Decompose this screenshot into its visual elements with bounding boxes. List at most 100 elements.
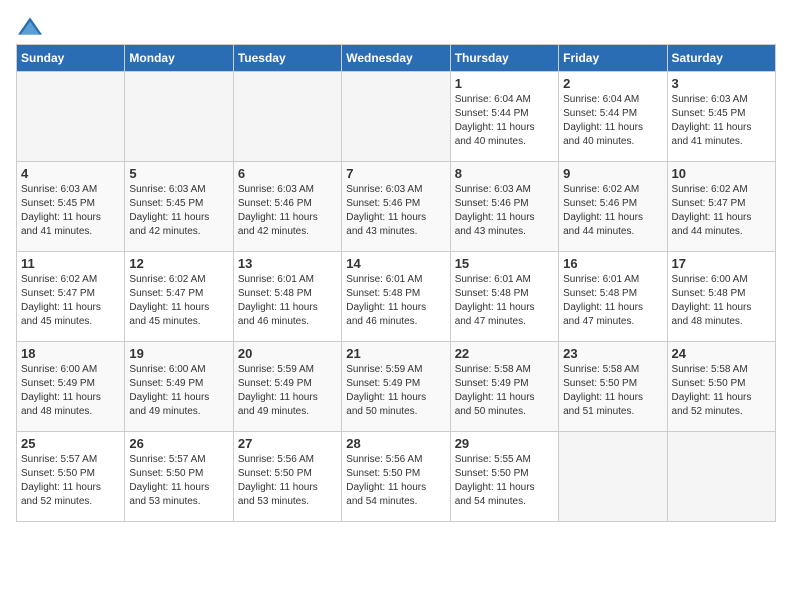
calendar-week-2: 4 Sunrise: 6:03 AM Sunset: 5:45 PM Daylig… (17, 162, 776, 252)
day-number: 15 (455, 256, 554, 271)
day-info: Sunrise: 6:03 AM Sunset: 5:45 PM Dayligh… (129, 183, 228, 239)
day-info: Sunrise: 5:57 AM Sunset: 5:50 PM Dayligh… (21, 453, 120, 509)
header-friday: Friday (559, 45, 667, 72)
day-info: Sunrise: 6:01 AM Sunset: 5:48 PM Dayligh… (455, 273, 554, 329)
calendar-cell: 27Sunrise: 5:56 AM Sunset: 5:50 PM Dayli… (233, 432, 341, 522)
calendar-cell: 2Sunrise: 6:04 AM Sunset: 5:44 PM Daylig… (559, 72, 667, 162)
day-number: 1 (455, 76, 554, 91)
day-info: Sunrise: 6:01 AM Sunset: 5:48 PM Dayligh… (238, 273, 337, 329)
calendar-cell (233, 72, 341, 162)
calendar-cell: 5 Sunrise: 6:03 AM Sunset: 5:45 PM Daylig… (125, 162, 233, 252)
calendar-cell: 20 Sunrise: 5:59 AM Sunset: 5:49 PM Dayli… (233, 342, 341, 432)
calendar-week-1: 1 Sunrise: 6:04 AM Sunset: 5:44 PM Daylig… (17, 72, 776, 162)
day-number: 24 (672, 346, 771, 361)
day-number: 17 (672, 256, 771, 271)
day-number: 8 (455, 166, 554, 181)
day-number: 18 (21, 346, 120, 361)
calendar-cell: 18 Sunrise: 6:00 AM Sunset: 5:49 PM Dayli… (17, 342, 125, 432)
calendar-cell: 13 Sunrise: 6:01 AM Sunset: 5:48 PM Dayli… (233, 252, 341, 342)
header-thursday: Thursday (450, 45, 558, 72)
calendar-cell (125, 72, 233, 162)
day-number: 7 (346, 166, 445, 181)
day-info: Sunrise: 6:02 AM Sunset: 5:47 PM Dayligh… (129, 273, 228, 329)
calendar-cell: 3 Sunrise: 6:03 AM Sunset: 5:45 PM Daylig… (667, 72, 775, 162)
day-info: Sunrise: 6:00 AM Sunset: 5:49 PM Dayligh… (129, 363, 228, 419)
day-info: Sunrise: 5:55 AM Sunset: 5:50 PM Dayligh… (455, 453, 554, 509)
header-tuesday: Tuesday (233, 45, 341, 72)
calendar-cell: 6 Sunrise: 6:03 AM Sunset: 5:46 PM Daylig… (233, 162, 341, 252)
day-info: Sunrise: 6:03 AM Sunset: 5:46 PM Dayligh… (346, 183, 445, 239)
calendar-header-row: SundayMondayTuesdayWednesdayThursdayFrid… (17, 45, 776, 72)
calendar-cell: 10 Sunrise: 6:02 AM Sunset: 5:47 PM Dayli… (667, 162, 775, 252)
calendar-cell: 22 Sunrise: 5:58 AM Sunset: 5:49 PM Dayli… (450, 342, 558, 432)
calendar-cell (342, 72, 450, 162)
day-number: 3 (672, 76, 771, 91)
day-number: 16 (563, 256, 662, 271)
day-info: Sunrise: 6:02 AM Sunset: 5:46 PM Dayligh… (563, 183, 662, 239)
day-number: 22 (455, 346, 554, 361)
calendar-cell: 1 Sunrise: 6:04 AM Sunset: 5:44 PM Daylig… (450, 72, 558, 162)
calendar-cell: 12 Sunrise: 6:02 AM Sunset: 5:47 PM Dayli… (125, 252, 233, 342)
day-number: 5 (129, 166, 228, 181)
calendar-table: SundayMondayTuesdayWednesdayThursdayFrid… (16, 44, 776, 522)
header-monday: Monday (125, 45, 233, 72)
day-info: Sunrise: 6:02 AM Sunset: 5:47 PM Dayligh… (21, 273, 120, 329)
day-number: 21 (346, 346, 445, 361)
calendar-cell: 19 Sunrise: 6:00 AM Sunset: 5:49 PM Dayli… (125, 342, 233, 432)
day-info: Sunrise: 5:59 AM Sunset: 5:49 PM Dayligh… (238, 363, 337, 419)
day-number: 25 (21, 436, 120, 451)
logo (16, 16, 48, 36)
day-info: Sunrise: 6:03 AM Sunset: 5:45 PM Dayligh… (672, 93, 771, 149)
calendar-cell: 23 Sunrise: 5:58 AM Sunset: 5:50 PM Dayli… (559, 342, 667, 432)
day-info: Sunrise: 6:01 AM Sunset: 5:48 PM Dayligh… (346, 273, 445, 329)
calendar-cell: 7 Sunrise: 6:03 AM Sunset: 5:46 PM Daylig… (342, 162, 450, 252)
day-number: 6 (238, 166, 337, 181)
calendar-week-3: 11 Sunrise: 6:02 AM Sunset: 5:47 PM Dayli… (17, 252, 776, 342)
day-number: 28 (346, 436, 445, 451)
day-info: Sunrise: 5:57 AM Sunset: 5:50 PM Dayligh… (129, 453, 228, 509)
day-number: 14 (346, 256, 445, 271)
calendar-cell: 21 Sunrise: 5:59 AM Sunset: 5:49 PM Dayli… (342, 342, 450, 432)
day-info: Sunrise: 6:03 AM Sunset: 5:46 PM Dayligh… (238, 183, 337, 239)
day-number: 23 (563, 346, 662, 361)
calendar-cell: 17 Sunrise: 6:00 AM Sunset: 5:48 PM Dayli… (667, 252, 775, 342)
day-number: 10 (672, 166, 771, 181)
day-number: 19 (129, 346, 228, 361)
day-info: Sunrise: 6:04 AM Sunset: 5:44 PM Dayligh… (455, 93, 554, 149)
day-info: Sunrise: 6:00 AM Sunset: 5:49 PM Dayligh… (21, 363, 120, 419)
calendar-cell (667, 432, 775, 522)
day-number: 12 (129, 256, 228, 271)
day-info: Sunrise: 5:58 AM Sunset: 5:50 PM Dayligh… (672, 363, 771, 419)
day-number: 11 (21, 256, 120, 271)
calendar-week-4: 18 Sunrise: 6:00 AM Sunset: 5:49 PM Dayli… (17, 342, 776, 432)
page-header (16, 16, 776, 36)
day-info: Sunrise: 6:00 AM Sunset: 5:48 PM Dayligh… (672, 273, 771, 329)
day-info: Sunrise: 5:58 AM Sunset: 5:49 PM Dayligh… (455, 363, 554, 419)
header-sunday: Sunday (17, 45, 125, 72)
calendar-week-5: 25 Sunrise: 5:57 AM Sunset: 5:50 PM Dayli… (17, 432, 776, 522)
calendar-cell: 16Sunrise: 6:01 AM Sunset: 5:48 PM Dayli… (559, 252, 667, 342)
day-info: Sunrise: 5:58 AM Sunset: 5:50 PM Dayligh… (563, 363, 662, 419)
calendar-cell: 8 Sunrise: 6:03 AM Sunset: 5:46 PM Daylig… (450, 162, 558, 252)
calendar-cell: 26 Sunrise: 5:57 AM Sunset: 5:50 PM Dayli… (125, 432, 233, 522)
day-number: 29 (455, 436, 554, 451)
day-info: Sunrise: 6:02 AM Sunset: 5:47 PM Dayligh… (672, 183, 771, 239)
day-number: 13 (238, 256, 337, 271)
calendar-cell (559, 432, 667, 522)
calendar-cell: 15 Sunrise: 6:01 AM Sunset: 5:48 PM Dayli… (450, 252, 558, 342)
header-saturday: Saturday (667, 45, 775, 72)
day-number: 4 (21, 166, 120, 181)
day-number: 9 (563, 166, 662, 181)
day-number: 26 (129, 436, 228, 451)
calendar-cell: 4 Sunrise: 6:03 AM Sunset: 5:45 PM Daylig… (17, 162, 125, 252)
day-number: 20 (238, 346, 337, 361)
day-info: Sunrise: 6:03 AM Sunset: 5:46 PM Dayligh… (455, 183, 554, 239)
day-number: 27 (238, 436, 337, 451)
day-info: Sunrise: 6:04 AM Sunset: 5:44 PM Dayligh… (563, 93, 662, 149)
calendar-cell (17, 72, 125, 162)
day-info: Sunrise: 6:03 AM Sunset: 5:45 PM Dayligh… (21, 183, 120, 239)
day-info: Sunrise: 5:59 AM Sunset: 5:49 PM Dayligh… (346, 363, 445, 419)
calendar-cell: 14 Sunrise: 6:01 AM Sunset: 5:48 PM Dayli… (342, 252, 450, 342)
calendar-cell: 9 Sunrise: 6:02 AM Sunset: 5:46 PM Daylig… (559, 162, 667, 252)
calendar-cell: 28Sunrise: 5:56 AM Sunset: 5:50 PM Dayli… (342, 432, 450, 522)
